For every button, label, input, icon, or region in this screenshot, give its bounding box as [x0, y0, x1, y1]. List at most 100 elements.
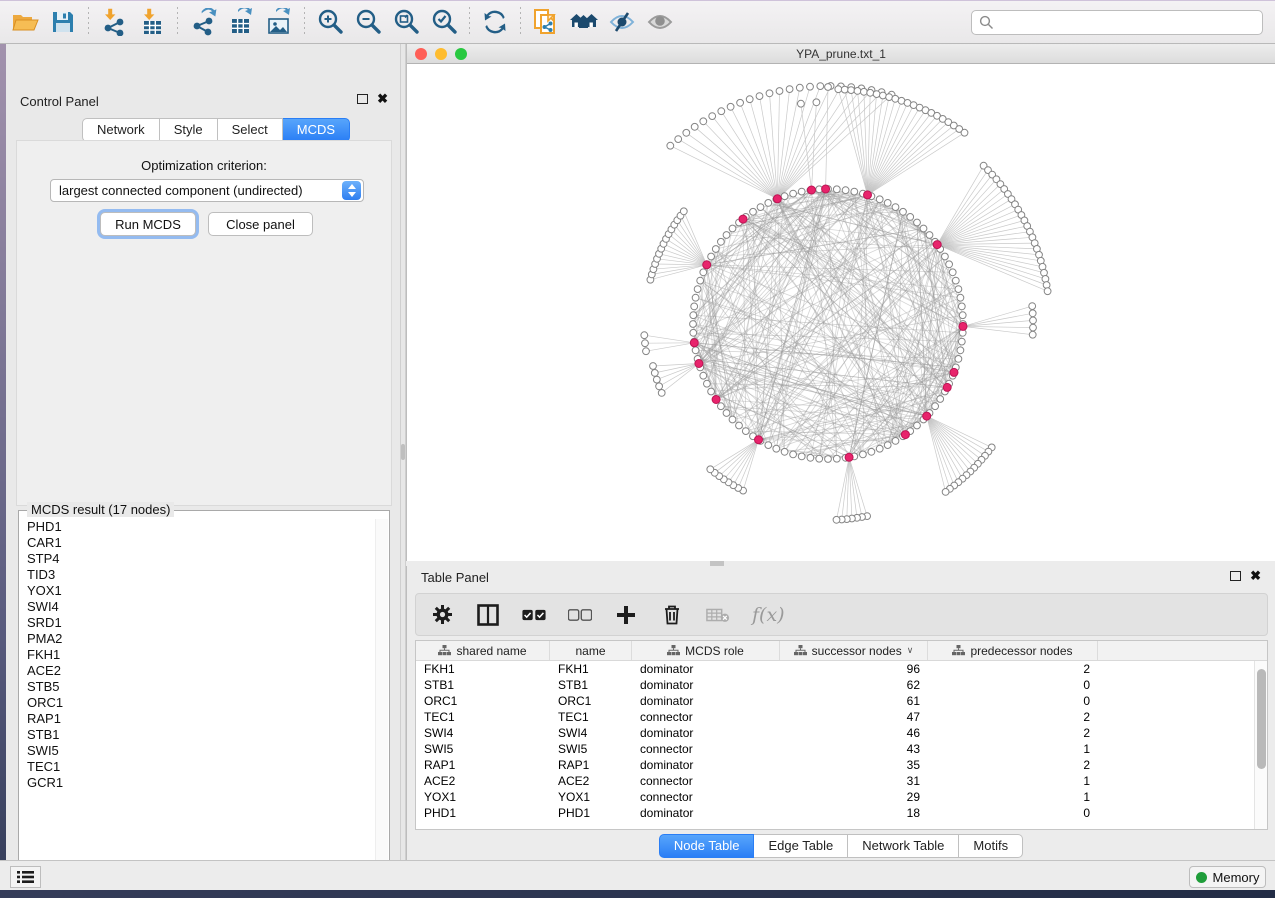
function-builder-icon[interactable]: f(x) — [752, 604, 785, 626]
tab-mcds[interactable]: MCDS — [283, 118, 350, 142]
mcds-result-item[interactable]: ORC1 — [27, 695, 376, 711]
task-history-button[interactable] — [10, 866, 41, 888]
optimization-criterion-select[interactable]: largest connected component (undirected) — [50, 179, 364, 202]
import-table-icon[interactable] — [133, 4, 171, 40]
table-row[interactable]: SWI4SWI4dominator462 — [416, 725, 1254, 741]
table-cell: 47 — [780, 710, 928, 724]
run-mcds-button[interactable]: Run MCDS — [100, 212, 196, 236]
table-cell: connector — [632, 790, 780, 804]
tab-motifs[interactable]: Motifs — [959, 834, 1023, 858]
close-panel-button[interactable]: Close panel — [208, 212, 313, 236]
tab-network-table[interactable]: Network Table — [848, 834, 959, 858]
table-cell: 0 — [928, 694, 1098, 708]
export-table-icon[interactable] — [222, 4, 260, 40]
mcds-result-item[interactable]: SWI5 — [27, 743, 376, 759]
table-cell: TEC1 — [550, 710, 632, 724]
table-row[interactable]: STB1STB1dominator620 — [416, 677, 1254, 693]
memory-button[interactable]: Memory — [1189, 866, 1266, 888]
table-cell: 2 — [928, 710, 1098, 724]
table-cell: 43 — [780, 742, 928, 756]
mcds-result-item[interactable]: STP4 — [27, 551, 376, 567]
table-cell: 29 — [780, 790, 928, 804]
search-field[interactable] — [971, 10, 1263, 35]
zoom-fit-icon[interactable] — [387, 4, 425, 40]
mcds-result-item[interactable]: CAR1 — [27, 535, 376, 551]
tab-style[interactable]: Style — [160, 118, 218, 142]
table-row[interactable]: PHD1PHD1dominator180 — [416, 805, 1254, 821]
export-image-icon[interactable] — [260, 4, 298, 40]
import-network-icon[interactable] — [95, 4, 133, 40]
mcds-result-item[interactable]: GCR1 — [27, 775, 376, 791]
delete-column-icon[interactable] — [660, 603, 684, 627]
column-layout-icon[interactable] — [476, 603, 500, 627]
mcds-result-item[interactable]: FKH1 — [27, 647, 376, 663]
table-row[interactable]: SWI5SWI5connector431 — [416, 741, 1254, 757]
network-canvas[interactable] — [407, 64, 1275, 561]
column-header-predecessor-nodes[interactable]: predecessor nodes — [928, 641, 1098, 660]
table-row[interactable]: YOX1YOX1connector291 — [416, 789, 1254, 805]
mcds-result-item[interactable]: PMA2 — [27, 631, 376, 647]
column-header-successor-nodes[interactable]: successor nodes∨ — [780, 641, 928, 660]
table-row[interactable]: TEC1TEC1connector472 — [416, 709, 1254, 725]
table-cell: 1 — [928, 790, 1098, 804]
mcds-result-item[interactable]: TEC1 — [27, 759, 376, 775]
table-row[interactable]: RAP1RAP1dominator352 — [416, 757, 1254, 773]
mcds-result-item[interactable]: STB1 — [27, 727, 376, 743]
mcds-result-item[interactable]: SRD1 — [27, 615, 376, 631]
save-icon[interactable] — [44, 4, 82, 40]
column-header-MCDS-role[interactable]: MCDS role — [632, 641, 780, 660]
splitter-handle[interactable] — [401, 444, 405, 460]
table-cell: 62 — [780, 678, 928, 692]
table-row[interactable]: ACE2ACE2connector311 — [416, 773, 1254, 789]
export-network-icon[interactable] — [184, 4, 222, 40]
column-header-name[interactable]: name — [550, 641, 632, 660]
table-cell: 0 — [928, 806, 1098, 820]
table-row[interactable]: ORC1ORC1dominator610 — [416, 693, 1254, 709]
add-column-icon[interactable] — [614, 603, 638, 627]
close-panel-icon[interactable]: ✖ — [377, 94, 388, 104]
mcds-result-list[interactable]: PHD1CAR1STP4TID3YOX1SWI4SRD1PMA2FKH1ACE2… — [20, 519, 376, 880]
mcds-result-item[interactable]: TID3 — [27, 567, 376, 583]
table-cell: PHD1 — [550, 806, 632, 820]
hide-selected-icon[interactable] — [603, 4, 641, 40]
homes-icon[interactable] — [565, 4, 603, 40]
mcds-result-scrollbar[interactable] — [375, 519, 388, 880]
delete-table-icon[interactable] — [706, 603, 730, 627]
mcds-result-item[interactable]: RAP1 — [27, 711, 376, 727]
table-scrollbar[interactable] — [1254, 661, 1267, 829]
table-panel-title: Table Panel — [421, 570, 489, 585]
select-all-icon[interactable] — [522, 603, 546, 627]
table-panel-tabs: Node TableEdge TableNetwork TableMotifs — [407, 834, 1275, 858]
clone-network-icon[interactable] — [527, 4, 565, 40]
zoom-selected-icon[interactable] — [425, 4, 463, 40]
tab-edge-table[interactable]: Edge Table — [754, 834, 848, 858]
table-cell: YOX1 — [550, 790, 632, 804]
scrollbar-thumb[interactable] — [1257, 669, 1266, 769]
tab-network[interactable]: Network — [82, 118, 160, 142]
mcds-result-item[interactable]: ACE2 — [27, 663, 376, 679]
column-header-shared-name[interactable]: shared name — [416, 641, 550, 660]
zoom-out-icon[interactable] — [349, 4, 387, 40]
table-body[interactable]: FKH1FKH1dominator962STB1STB1dominator620… — [416, 661, 1254, 829]
mcds-result-item[interactable]: YOX1 — [27, 583, 376, 599]
mcds-result-item[interactable]: STB5 — [27, 679, 376, 695]
table-cell: 2 — [928, 726, 1098, 740]
zoom-in-icon[interactable] — [311, 4, 349, 40]
search-input[interactable] — [994, 15, 1262, 30]
float-panel-icon[interactable] — [1230, 571, 1241, 581]
settings-gear-icon[interactable] — [430, 603, 454, 627]
table-row[interactable]: FKH1FKH1dominator962 — [416, 661, 1254, 677]
mcds-result-item[interactable]: SWI4 — [27, 599, 376, 615]
table-cell: ORC1 — [416, 694, 550, 708]
tab-node-table[interactable]: Node Table — [659, 834, 755, 858]
refresh-icon[interactable] — [476, 4, 514, 40]
deselect-all-icon[interactable] — [568, 603, 592, 627]
show-all-icon[interactable] — [641, 4, 679, 40]
mcds-result-item[interactable]: PHD1 — [27, 519, 376, 535]
close-panel-icon[interactable]: ✖ — [1250, 571, 1261, 581]
float-panel-icon[interactable] — [357, 94, 368, 104]
network-window-titlebar[interactable]: YPA_prune.txt_1 — [407, 44, 1275, 64]
table-cell: 2 — [928, 758, 1098, 772]
tab-select[interactable]: Select — [218, 118, 283, 142]
open-file-icon[interactable] — [6, 4, 44, 40]
